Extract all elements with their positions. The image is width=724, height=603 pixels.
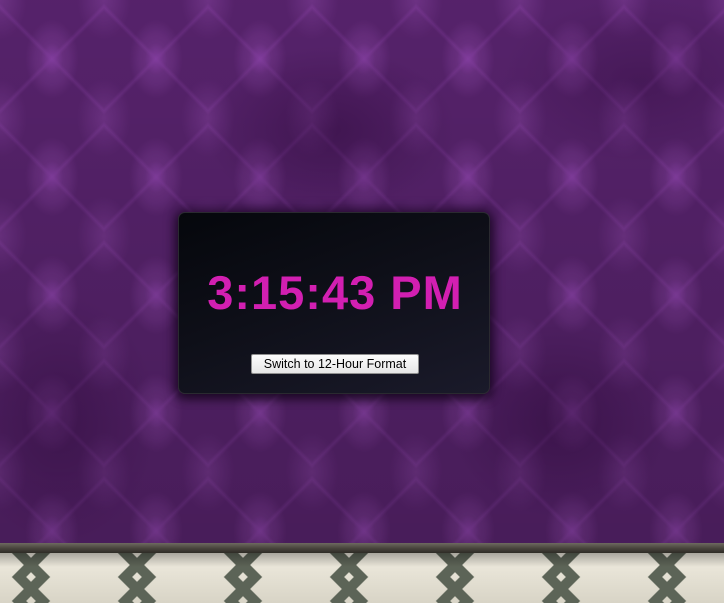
clock-time-display: 3:15:43 PM xyxy=(207,266,463,319)
switch-format-button[interactable]: Switch to 12-Hour Format xyxy=(251,354,419,374)
floor-shadow xyxy=(0,553,724,567)
baseboard xyxy=(0,543,724,553)
clock-panel: 3:15:43 PM Switch to 12-Hour Format xyxy=(178,212,490,394)
room-scene: 3:15:43 PM Switch to 12-Hour Format xyxy=(0,0,724,603)
